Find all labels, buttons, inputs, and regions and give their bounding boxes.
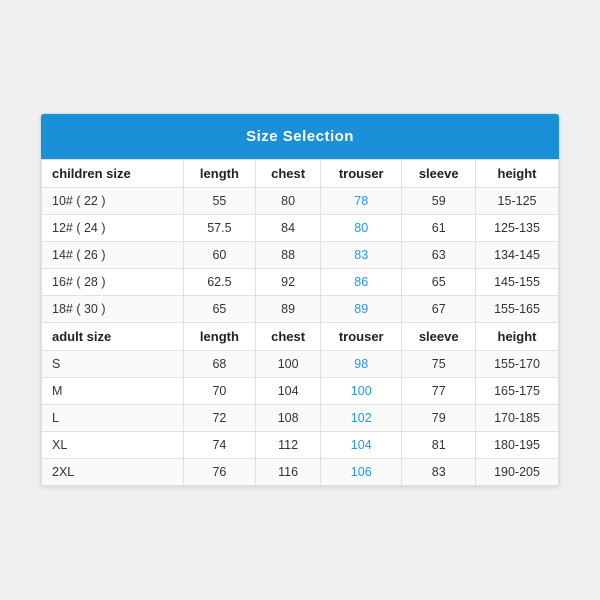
length-val: 74 — [183, 432, 256, 459]
length-val: 68 — [183, 351, 256, 378]
col-chest: chest — [256, 160, 321, 188]
size-label: 16# ( 28 ) — [42, 269, 184, 296]
col-length-adult: length — [183, 323, 256, 351]
trouser-val: 106 — [321, 459, 402, 486]
trouser-val: 102 — [321, 405, 402, 432]
col-children-size: children size — [42, 160, 184, 188]
chest-val: 108 — [256, 405, 321, 432]
length-val: 70 — [183, 378, 256, 405]
table-row: 2XL 76 116 106 83 190-205 — [42, 459, 559, 486]
chest-val: 92 — [256, 269, 321, 296]
chest-val: 100 — [256, 351, 321, 378]
size-table: children size length chest trouser sleev… — [41, 159, 559, 486]
size-label: S — [42, 351, 184, 378]
height-val: 155-170 — [476, 351, 559, 378]
size-label: M — [42, 378, 184, 405]
sleeve-val: 77 — [402, 378, 476, 405]
chest-val: 116 — [256, 459, 321, 486]
table-row: 12# ( 24 ) 57.5 84 80 61 125-135 — [42, 215, 559, 242]
col-adult-size: adult size — [42, 323, 184, 351]
size-label: XL — [42, 432, 184, 459]
col-chest-adult: chest — [256, 323, 321, 351]
height-val: 190-205 — [476, 459, 559, 486]
sleeve-val: 63 — [402, 242, 476, 269]
chest-val: 112 — [256, 432, 321, 459]
col-trouser: trouser — [321, 160, 402, 188]
sleeve-val: 81 — [402, 432, 476, 459]
card-title: Size Selection — [41, 114, 559, 159]
col-sleeve-adult: sleeve — [402, 323, 476, 351]
trouser-val: 98 — [321, 351, 402, 378]
height-val: 165-175 — [476, 378, 559, 405]
trouser-val: 104 — [321, 432, 402, 459]
trouser-val: 80 — [321, 215, 402, 242]
size-label: 12# ( 24 ) — [42, 215, 184, 242]
trouser-val: 86 — [321, 269, 402, 296]
col-sleeve: sleeve — [402, 160, 476, 188]
size-selection-card: Size Selection children size length ches… — [40, 113, 560, 487]
length-val: 72 — [183, 405, 256, 432]
chest-val: 89 — [256, 296, 321, 323]
chest-val: 88 — [256, 242, 321, 269]
height-val: 170-185 — [476, 405, 559, 432]
sleeve-val: 75 — [402, 351, 476, 378]
children-header-row: children size length chest trouser sleev… — [42, 160, 559, 188]
height-val: 155-165 — [476, 296, 559, 323]
chest-val: 84 — [256, 215, 321, 242]
col-height-adult: height — [476, 323, 559, 351]
trouser-val: 83 — [321, 242, 402, 269]
length-val: 62.5 — [183, 269, 256, 296]
length-val: 55 — [183, 188, 256, 215]
table-row: L 72 108 102 79 170-185 — [42, 405, 559, 432]
height-val: 145-155 — [476, 269, 559, 296]
length-val: 57.5 — [183, 215, 256, 242]
col-trouser-adult: trouser — [321, 323, 402, 351]
sleeve-val: 61 — [402, 215, 476, 242]
size-label: 14# ( 26 ) — [42, 242, 184, 269]
sleeve-val: 79 — [402, 405, 476, 432]
table-row: 14# ( 26 ) 60 88 83 63 134-145 — [42, 242, 559, 269]
table-row: S 68 100 98 75 155-170 — [42, 351, 559, 378]
size-label: 18# ( 30 ) — [42, 296, 184, 323]
sleeve-val: 65 — [402, 269, 476, 296]
table-row: 18# ( 30 ) 65 89 89 67 155-165 — [42, 296, 559, 323]
height-val: 134-145 — [476, 242, 559, 269]
size-label: 10# ( 22 ) — [42, 188, 184, 215]
size-label: 2XL — [42, 459, 184, 486]
height-val: 125-135 — [476, 215, 559, 242]
table-row: 16# ( 28 ) 62.5 92 86 65 145-155 — [42, 269, 559, 296]
col-length: length — [183, 160, 256, 188]
trouser-val: 100 — [321, 378, 402, 405]
size-label: L — [42, 405, 184, 432]
chest-val: 104 — [256, 378, 321, 405]
table-row: M 70 104 100 77 165-175 — [42, 378, 559, 405]
height-val: 15-125 — [476, 188, 559, 215]
trouser-val: 78 — [321, 188, 402, 215]
length-val: 65 — [183, 296, 256, 323]
trouser-val: 89 — [321, 296, 402, 323]
table-row: XL 74 112 104 81 180-195 — [42, 432, 559, 459]
table-row: 10# ( 22 ) 55 80 78 59 15-125 — [42, 188, 559, 215]
adult-header-row: adult size length chest trouser sleeve h… — [42, 323, 559, 351]
sleeve-val: 83 — [402, 459, 476, 486]
height-val: 180-195 — [476, 432, 559, 459]
col-height: height — [476, 160, 559, 188]
chest-val: 80 — [256, 188, 321, 215]
length-val: 76 — [183, 459, 256, 486]
length-val: 60 — [183, 242, 256, 269]
sleeve-val: 59 — [402, 188, 476, 215]
sleeve-val: 67 — [402, 296, 476, 323]
